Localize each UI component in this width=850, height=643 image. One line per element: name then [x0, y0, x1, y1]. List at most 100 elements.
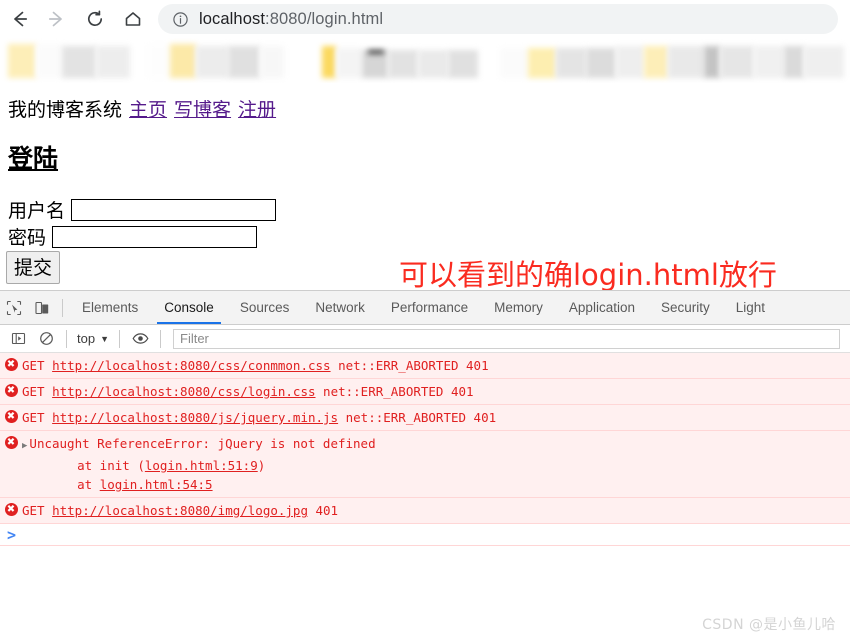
forward-icon[interactable]	[38, 0, 76, 38]
status-text: net::ERR_ABORTED 401	[330, 358, 489, 373]
url-host: localhost	[199, 9, 266, 28]
context-selector[interactable]: top ▼	[73, 331, 113, 346]
tab-lighthouse[interactable]: Light	[723, 291, 778, 324]
bookmark-blur-item	[148, 44, 170, 78]
stack-link[interactable]: login.html:51:9	[145, 458, 258, 473]
console-message: GET http://localhost:8080/js/jquery.min.…	[22, 408, 850, 427]
tab-performance[interactable]: Performance	[378, 291, 481, 324]
page-title: 登陆	[8, 144, 59, 173]
tab-security[interactable]: Security	[648, 291, 723, 324]
page-viewport: 我的博客系统 主页 写博客 注册 登陆 用户名 密码 提交 可以看到的确login.h…	[0, 83, 850, 290]
console-row[interactable]: ✖ GET http://localhost:8080/css/login.cs…	[0, 379, 850, 405]
bookmark-blur-item	[704, 46, 720, 78]
bookmark-blur-item	[720, 46, 754, 78]
resource-url[interactable]: http://localhost:8080/css/conmmon.css	[52, 358, 330, 373]
stack-prefix: at init (	[47, 458, 145, 473]
browser-toolbar: localhost:8080/login.html	[0, 0, 850, 38]
resource-url[interactable]: http://localhost:8080/img/logo.jpg	[52, 503, 308, 518]
http-method: GET	[22, 358, 53, 373]
bookmark-blur-item	[754, 46, 784, 78]
resource-url[interactable]: http://localhost:8080/js/jquery.min.js	[52, 410, 338, 425]
site-navigation: 我的博客系统 主页 写博客 注册	[8, 95, 276, 122]
bookmark-blur-item	[196, 46, 228, 78]
error-icon: ✖	[0, 434, 22, 449]
http-method: GET	[22, 503, 53, 518]
console-toolbar-divider-3	[160, 329, 161, 348]
expand-triangle-icon[interactable]: ▶	[22, 441, 27, 451]
stack-frame: at init (login.html:51:9)	[22, 456, 850, 475]
error-icon: ✖	[0, 356, 22, 371]
console-prompt[interactable]: >	[0, 524, 850, 546]
stack-link[interactable]: login.html:54:5	[100, 477, 213, 492]
console-message: GET http://localhost:8080/css/login.css …	[22, 382, 850, 401]
bookmark-blur-item	[322, 46, 336, 78]
status-text: net::ERR_ABORTED 401	[338, 410, 497, 425]
device-toolbar-icon[interactable]	[28, 294, 56, 322]
clear-console-icon[interactable]	[32, 325, 60, 353]
toolbar-divider	[62, 298, 63, 317]
exception-message: Uncaught ReferenceError: jQuery is not d…	[29, 436, 376, 451]
tab-console[interactable]: Console	[151, 291, 227, 324]
bookmark-blur-item	[388, 50, 418, 78]
console-row[interactable]: ✖ GET http://localhost:8080/js/jquery.mi…	[0, 405, 850, 431]
tab-sources[interactable]: Sources	[227, 291, 303, 324]
password-label: 密码	[8, 227, 47, 249]
status-text: 401	[307, 503, 339, 518]
address-bar[interactable]: localhost:8080/login.html	[158, 4, 838, 34]
tab-application[interactable]: Application	[556, 291, 648, 324]
stack-prefix: at	[47, 477, 100, 492]
inspect-element-icon[interactable]	[0, 294, 28, 322]
bookmarks-bar[interactable]	[0, 38, 850, 83]
bookmark-blur-item	[500, 48, 528, 78]
error-icon: ✖	[0, 382, 22, 397]
filter-input[interactable]	[173, 328, 840, 349]
console-message: GET http://localhost:8080/css/conmmon.cs…	[22, 356, 850, 375]
console-toolbar: top ▼	[0, 325, 850, 353]
back-icon[interactable]	[0, 0, 38, 38]
console-row-exception[interactable]: ✖ ▶ Uncaught ReferenceError: jQuery is no…	[0, 431, 850, 498]
console-row[interactable]: ✖ GET http://localhost:8080/img/logo.jpg…	[0, 498, 850, 524]
bookmark-blur-item	[804, 46, 844, 78]
annotation-line-1: 可以看到的确login.html放行	[399, 258, 777, 290]
bookmark-blur-item	[644, 46, 668, 78]
bookmark-blur-item	[784, 46, 804, 78]
nav-link-write-blog[interactable]: 写博客	[174, 99, 231, 121]
watermark: CSDN @是小鱼儿哈	[702, 617, 836, 633]
console-row[interactable]: ✖ GET http://localhost:8080/css/conmmon.…	[0, 353, 850, 379]
nav-link-home[interactable]: 主页	[129, 99, 167, 121]
username-input[interactable]	[71, 198, 277, 221]
bookmark-blur-item	[260, 46, 284, 78]
prompt-caret-icon: >	[7, 525, 17, 544]
bookmark-blur-item	[528, 48, 556, 78]
resource-url[interactable]: http://localhost:8080/css/login.css	[52, 384, 315, 399]
tab-memory[interactable]: Memory	[481, 291, 556, 324]
password-input[interactable]	[52, 225, 258, 248]
home-icon[interactable]	[114, 0, 152, 38]
bookmark-blur-item	[586, 48, 616, 78]
reload-icon[interactable]	[76, 0, 114, 38]
nav-link-register[interactable]: 注册	[238, 99, 276, 121]
bookmark-blur-item	[8, 44, 36, 78]
stack-suffix: )	[257, 458, 266, 473]
submit-button[interactable]: 提交	[6, 251, 61, 284]
bookmark-blur-item	[616, 46, 644, 78]
console-sidebar-icon[interactable]	[4, 325, 32, 353]
console-message: ▶ Uncaught ReferenceError: jQuery is not …	[22, 434, 850, 494]
devtools-panel: Elements Console Sources Network Perform…	[0, 290, 850, 643]
tab-network[interactable]: Network	[302, 291, 378, 324]
tab-elements[interactable]: Elements	[69, 291, 151, 324]
bookmark-blur-item	[556, 48, 586, 78]
site-title: 我的博客系统	[8, 99, 123, 121]
site-info-icon[interactable]	[172, 11, 189, 28]
bookmark-blur-item	[418, 50, 448, 78]
password-row: 密码	[8, 223, 258, 250]
bookmark-blur-item	[62, 46, 96, 78]
bookmark-blur-item	[668, 46, 704, 78]
http-method: GET	[22, 410, 53, 425]
error-icon: ✖	[0, 408, 22, 423]
live-expression-eye-icon[interactable]	[126, 325, 154, 353]
url-path: :8080/login.html	[265, 9, 384, 28]
console-output: ✖ GET http://localhost:8080/css/conmmon.…	[0, 353, 850, 546]
console-toolbar-divider	[66, 329, 67, 348]
url-text: localhost:8080/login.html	[199, 10, 383, 29]
